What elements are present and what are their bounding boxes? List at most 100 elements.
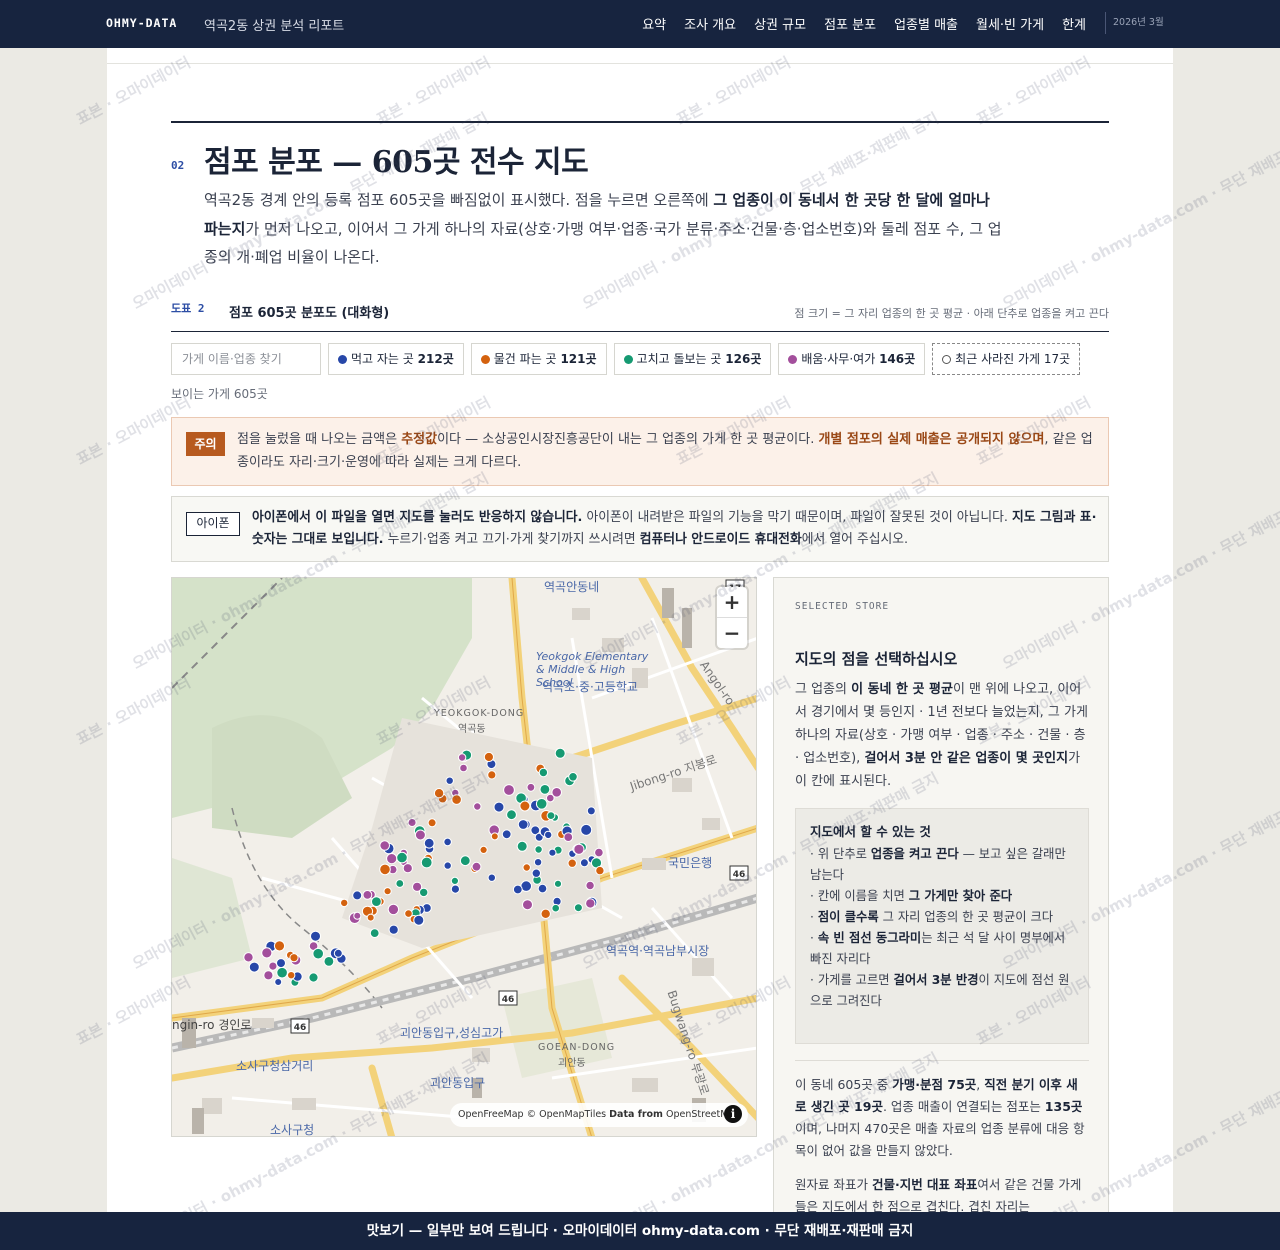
store-point[interactable] (423, 837, 435, 849)
store-point[interactable] (445, 776, 454, 785)
store-point[interactable] (312, 947, 324, 960)
store-point[interactable] (261, 947, 273, 959)
store-point[interactable] (546, 793, 555, 803)
store-point[interactable] (579, 858, 589, 868)
store-point[interactable] (534, 845, 543, 854)
store-point[interactable] (573, 903, 583, 913)
store-point[interactable] (522, 899, 533, 911)
store-point[interactable] (479, 845, 488, 854)
store-point[interactable] (340, 898, 349, 908)
store-point[interactable] (289, 953, 299, 963)
info-icon[interactable]: i (724, 1105, 742, 1123)
store-point[interactable] (594, 847, 604, 858)
store-point[interactable] (248, 961, 260, 973)
store-map[interactable]: 17 46 46 46 역곡안동네 Yeokgok Elementary & M… (171, 577, 757, 1137)
store-point[interactable] (544, 830, 553, 840)
store-point[interactable] (568, 772, 578, 782)
store-point[interactable] (366, 913, 375, 922)
store-point[interactable] (531, 868, 541, 878)
store-point[interactable] (310, 930, 321, 942)
zoom-out-button[interactable]: − (717, 617, 747, 647)
store-point[interactable] (580, 823, 593, 836)
store-point[interactable] (563, 832, 574, 843)
nav-link-summary[interactable]: 요약 (642, 14, 666, 33)
nav-link-store-distribution[interactable]: 점포 분포 (824, 14, 876, 33)
store-point[interactable] (443, 861, 452, 870)
store-point[interactable] (371, 896, 382, 908)
store-point[interactable] (516, 840, 528, 852)
store-point[interactable] (274, 978, 283, 986)
store-point[interactable] (553, 879, 563, 888)
store-point[interactable] (407, 818, 417, 827)
store-point[interactable] (387, 903, 400, 916)
store-point[interactable] (243, 952, 254, 963)
store-point[interactable] (537, 883, 548, 894)
store-point[interactable] (535, 798, 548, 810)
store-point[interactable] (362, 890, 373, 900)
filter-chip-food-lodging[interactable]: 먹고 자는 곳 212곳 (328, 343, 464, 375)
store-point[interactable] (457, 753, 467, 762)
store-point[interactable] (413, 914, 425, 926)
nav-link-overview[interactable]: 조사 개요 (684, 14, 736, 33)
store-point[interactable] (585, 880, 595, 891)
store-point[interactable] (443, 837, 452, 847)
store-point[interactable] (526, 782, 536, 792)
store-point[interactable] (268, 961, 278, 971)
store-point[interactable] (273, 940, 286, 952)
store-search-input[interactable]: 가게 이름·업종 찾기 (171, 343, 321, 375)
store-point[interactable] (323, 956, 335, 967)
store-point[interactable] (383, 887, 392, 896)
store-point[interactable] (483, 751, 494, 763)
store-point[interactable] (459, 855, 471, 867)
store-point[interactable] (450, 884, 460, 894)
store-point[interactable] (419, 887, 429, 898)
store-point[interactable] (503, 784, 515, 796)
store-point[interactable] (519, 800, 531, 812)
nav-link-limits[interactable]: 한계 (1062, 14, 1086, 33)
store-point[interactable] (263, 970, 274, 981)
store-point[interactable] (595, 865, 605, 876)
store-point[interactable] (451, 794, 462, 805)
store-point[interactable] (414, 829, 426, 841)
store-point[interactable] (522, 863, 531, 872)
store-point[interactable] (573, 843, 585, 855)
store-point[interactable] (471, 861, 482, 872)
store-point[interactable] (493, 801, 505, 813)
store-point[interactable] (538, 767, 549, 778)
store-point[interactable] (276, 958, 286, 969)
store-point[interactable] (501, 829, 512, 840)
store-point[interactable] (287, 971, 296, 980)
store-point[interactable] (533, 858, 543, 867)
brand-logo[interactable]: OHMY-DATA (106, 16, 177, 30)
store-point[interactable] (352, 890, 363, 901)
store-point[interactable] (548, 848, 557, 857)
nav-link-rent-vacancy[interactable]: 월세·빈 가게 (976, 14, 1044, 33)
store-point[interactable] (546, 811, 556, 821)
store-point[interactable] (512, 884, 523, 895)
attribution-text[interactable]: OpenFreeMap © OpenMapTiles (458, 1109, 609, 1120)
filter-chip-closed-stores[interactable]: 최근 사라진 가게 17곳 (932, 343, 1081, 375)
store-point[interactable] (433, 788, 445, 799)
store-point[interactable] (276, 966, 288, 979)
store-point[interactable] (395, 879, 405, 888)
filter-chip-repair-care[interactable]: 고치고 돌보는 곳 126곳 (613, 343, 772, 375)
store-point[interactable] (539, 784, 551, 795)
store-point[interactable] (353, 911, 362, 920)
store-point[interactable] (450, 876, 459, 885)
store-point[interactable] (551, 903, 561, 913)
filter-chip-retail[interactable]: 물건 파는 곳 121곳 (470, 343, 607, 375)
zoom-in-button[interactable]: + (717, 587, 747, 617)
store-point[interactable] (567, 858, 577, 868)
store-point[interactable] (506, 809, 517, 821)
nav-link-market-size[interactable]: 상권 규모 (754, 14, 806, 33)
store-point[interactable] (420, 856, 433, 869)
store-point[interactable] (402, 863, 413, 874)
store-point[interactable] (487, 873, 496, 882)
store-point[interactable] (386, 853, 398, 865)
store-point[interactable] (333, 948, 343, 958)
store-point[interactable] (427, 818, 437, 828)
store-point[interactable] (459, 763, 468, 773)
store-point[interactable] (540, 908, 551, 919)
store-point[interactable] (396, 851, 408, 864)
store-point[interactable] (585, 898, 596, 909)
